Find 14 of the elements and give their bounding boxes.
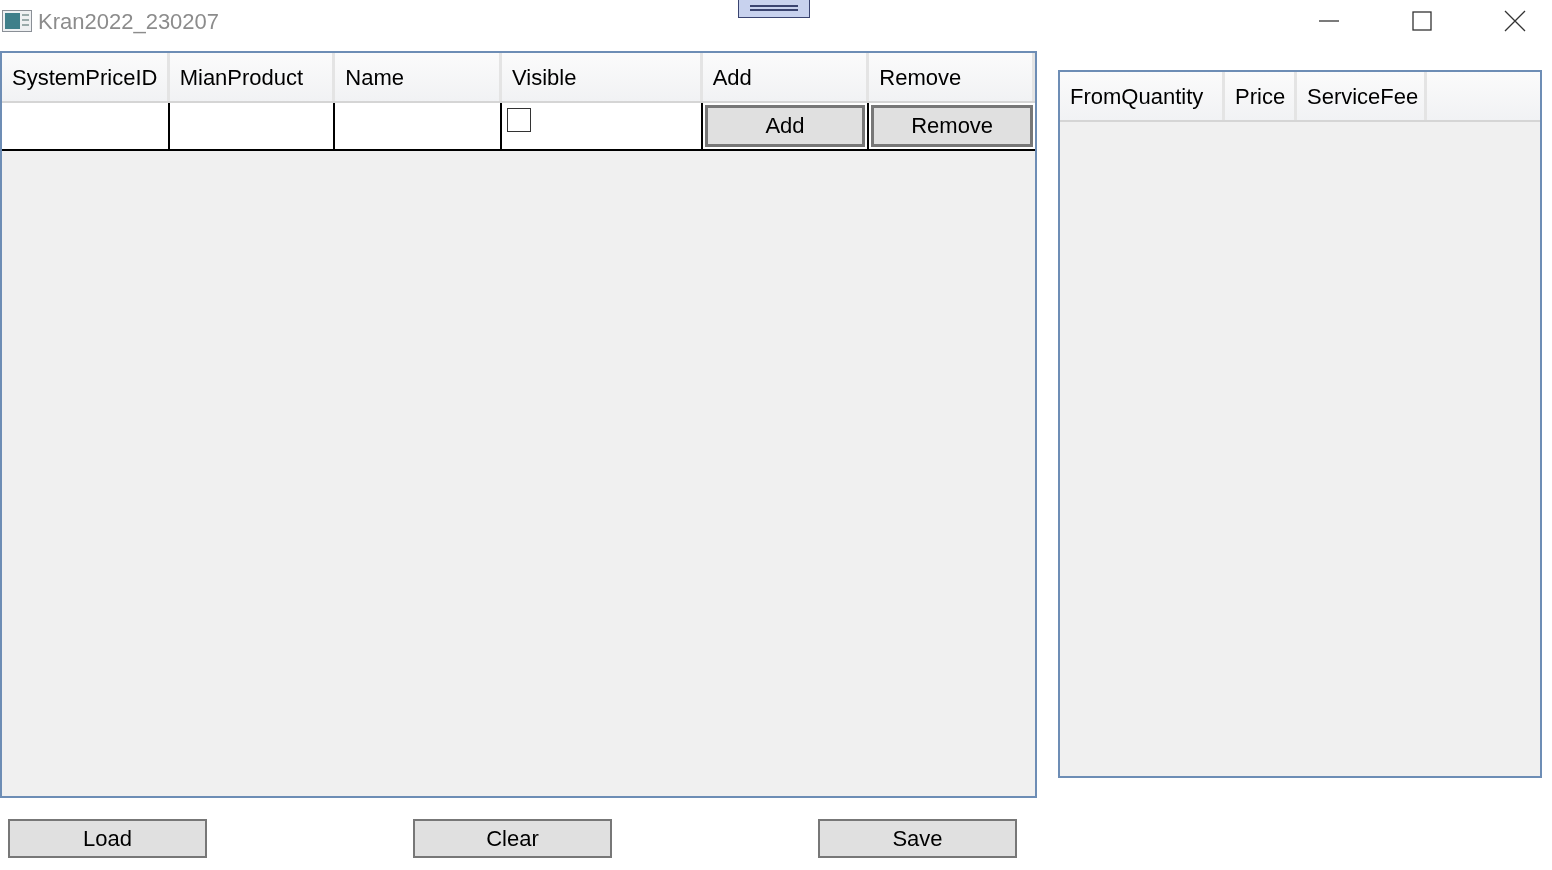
action-button[interactable]: Clear [413, 819, 612, 858]
action-button[interactable]: Load [8, 819, 207, 858]
app-icon [2, 10, 32, 32]
visible-checkbox[interactable] [507, 108, 531, 132]
menu-icon[interactable] [738, 0, 810, 18]
action-button[interactable]: Save [818, 819, 1017, 858]
column-header[interactable]: FromQuantity [1060, 72, 1225, 120]
window-title: Kran2022_230207 [38, 9, 220, 35]
close-icon[interactable] [1504, 10, 1526, 32]
remove-button[interactable]: Remove [871, 105, 1033, 147]
column-header[interactable]: ServiceFee [1297, 72, 1427, 120]
add-button[interactable]: Add [704, 105, 866, 147]
maximize-icon[interactable] [1411, 10, 1433, 32]
column-header[interactable]: Price [1225, 72, 1297, 120]
